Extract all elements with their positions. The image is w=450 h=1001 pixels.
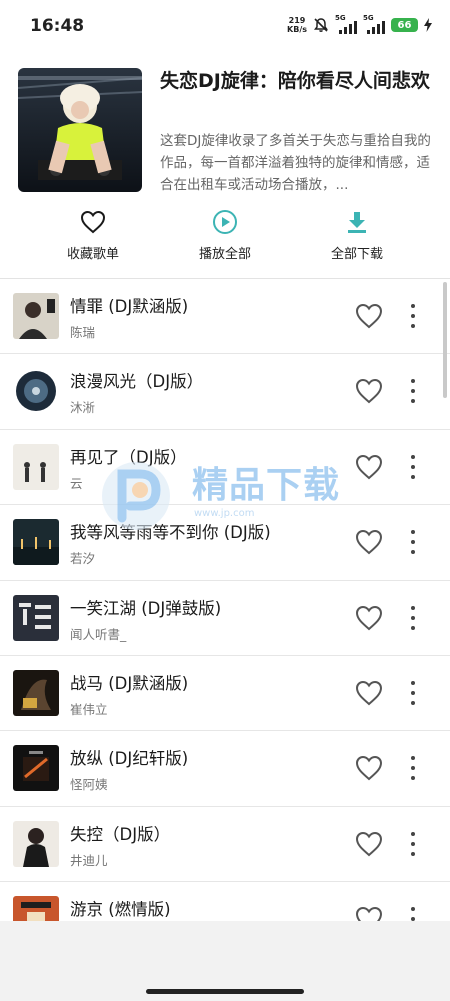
song-title: 战马 (DJ默涵版) (70, 673, 189, 693)
song-artist: 怪阿姨 (70, 777, 108, 793)
song-row[interactable]: 放纵 (DJ纪轩版) 怪阿姨 (0, 731, 450, 807)
heart-icon[interactable] (355, 605, 383, 631)
watermark-logo-icon (102, 462, 170, 530)
watermark-text: 精品下载 (192, 465, 341, 506)
song-row[interactable]: 浪漫风光（DJ版） 沐淅 (0, 354, 450, 430)
more-options-icon[interactable] (405, 680, 421, 705)
play-all-button[interactable]: 播放全部 (165, 208, 285, 262)
song-row[interactable]: 失控（DJ版） 井迪儿 (0, 807, 450, 883)
song-title: 一笑江湖 (DJ弹鼓版) (70, 598, 222, 618)
heart-icon[interactable] (355, 755, 383, 781)
song-title: 浪漫风光（DJ版） (70, 372, 204, 392)
song-artist: 沐淅 (70, 400, 96, 416)
more-options-icon[interactable] (405, 907, 421, 921)
more-options-icon[interactable] (405, 530, 421, 555)
download-all-button[interactable]: 全部下载 (297, 208, 417, 262)
song-row[interactable]: 情罪 (DJ默涵版) 陈瑞 (0, 279, 450, 355)
song-title: 放纵 (DJ纪轩版) (70, 749, 189, 769)
signal-icon: 5G (335, 14, 357, 34)
song-row[interactable]: 游京 (燃情版) (0, 882, 450, 921)
watermark: 精品下载 www.jp.com (96, 456, 356, 536)
song-artist: 陈瑞 (70, 325, 96, 340)
download-icon (343, 208, 371, 236)
more-options-icon[interactable] (405, 605, 421, 630)
song-artist: 井迪儿 (70, 852, 108, 868)
song-title: 失控（DJ版） (70, 824, 171, 844)
song-artist: 若汐 (70, 551, 96, 567)
battery-icon: 66 (391, 18, 418, 32)
favorite-playlist-button[interactable]: 收藏歌单 (33, 208, 153, 262)
song-cover-image (13, 594, 59, 641)
song-artist: 崔伟立 (70, 701, 108, 717)
scrollbar[interactable] (443, 282, 447, 398)
play-all-label: 播放全部 (198, 247, 251, 262)
song-artist: 闻人听書_ (70, 626, 127, 642)
song-cover-image (13, 519, 59, 566)
more-options-icon[interactable] (405, 454, 421, 479)
heart-icon[interactable] (355, 680, 383, 706)
playlist-description[interactable]: 这套DJ旋律收录了多首关于失恋与重拾自我的作品，每一首都洋溢着独特的旋律和情感，… (160, 130, 435, 196)
song-artist: 云 (70, 475, 83, 491)
mute-icon (314, 18, 328, 32)
song-cover-image (13, 368, 59, 415)
heart-icon[interactable] (355, 454, 383, 480)
status-icons: 219 KB/s 5G 5G 66 (287, 14, 432, 36)
network-speed: 219 KB/s (287, 16, 307, 34)
network-speed-unit: KB/s (287, 25, 307, 34)
bottom-area (0, 921, 450, 1001)
song-title: 情罪 (DJ默涵版) (70, 297, 189, 316)
favorite-playlist-label: 收藏歌单 (66, 247, 119, 262)
heart-icon[interactable] (355, 529, 383, 555)
charging-icon (424, 18, 432, 32)
song-cover-image (13, 443, 59, 490)
song-list[interactable]: 情罪 (DJ默涵版) 陈瑞 浪漫风光（DJ版） 沐淅 再见了（DJ版） 云 我等… (0, 279, 450, 921)
song-row[interactable]: 一笑江湖 (DJ弹鼓版) 闻人听書_ (0, 581, 450, 656)
heart-icon[interactable] (355, 831, 383, 857)
heart-icon[interactable] (355, 906, 383, 921)
download-all-label: 全部下载 (330, 247, 383, 262)
playlist-title: 失恋DJ旋律：陪你看尽人间悲欢 (160, 70, 430, 92)
heart-icon[interactable] (355, 378, 383, 404)
song-cover-image (13, 669, 59, 716)
playlist-actions: 收藏歌单 播放全部 全部下载 (0, 208, 450, 268)
song-cover-image (13, 293, 59, 339)
song-row[interactable]: 战马 (DJ默涵版) 崔伟立 (0, 656, 450, 732)
heart-icon (79, 208, 107, 236)
heart-icon[interactable] (355, 303, 383, 329)
playlist-cover-image (18, 68, 142, 192)
signal-icon: 5G (363, 14, 385, 34)
more-options-icon[interactable] (405, 831, 421, 856)
more-options-icon[interactable] (405, 304, 421, 328)
song-cover-image (13, 820, 59, 867)
more-options-icon[interactable] (405, 756, 421, 781)
play-circle-icon (211, 208, 239, 236)
network-speed-value: 219 (288, 16, 306, 25)
song-cover-image (13, 896, 59, 921)
home-indicator[interactable] (146, 989, 304, 994)
song-cover-image (13, 745, 59, 792)
status-bar: 16:48 219 KB/s 5G 5G 66 (0, 0, 450, 52)
clock: 16:48 (30, 16, 85, 36)
watermark-url: www.jp.com (194, 508, 255, 519)
more-options-icon[interactable] (405, 379, 421, 404)
song-title: 游京 (燃情版) (70, 900, 171, 920)
